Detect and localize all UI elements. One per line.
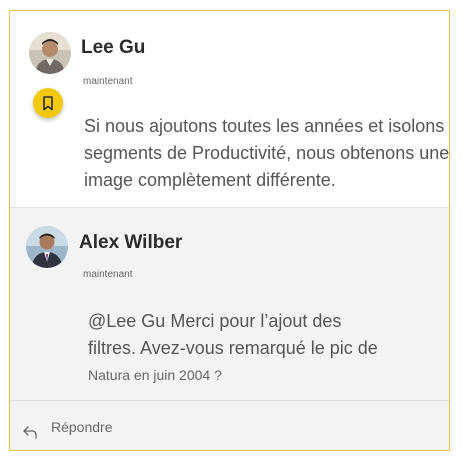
avatar-lee-gu <box>29 32 71 74</box>
reply-button[interactable]: Répondre <box>51 419 113 435</box>
reply-icon <box>23 426 37 439</box>
comment-line: filtres. Avez-vous remarqué le pic de <box>88 338 378 358</box>
comment-timestamp: maintenant <box>83 76 133 87</box>
comment-line: image complètement différente. <box>84 170 336 190</box>
author-name: Lee Gu <box>81 37 146 58</box>
avatar-alex-wilber <box>26 226 68 268</box>
comment-line: @Lee Gu Merci pour l’ajout des <box>88 308 378 335</box>
comment-line: Si nous ajoutons toutes les années et is… <box>84 116 445 136</box>
comment-alex-wilber: Alex Wilber maintenant @Lee Gu Merci pou… <box>10 207 449 401</box>
comment-line: Natura en juin 2004 ? <box>88 367 222 383</box>
comment-line: segments de Productivité, nous obtenons … <box>84 143 450 163</box>
comment-lee-gu: Lee Gu maintenant Si nous ajoutons toute… <box>10 11 449 207</box>
comments-panel: Lee Gu maintenant Si nous ajoutons toute… <box>9 10 450 451</box>
comment-timestamp: maintenant <box>83 269 133 280</box>
bookmark-button[interactable] <box>33 88 63 118</box>
comment-text: @Lee Gu Merci pour l’ajout des filtres. … <box>88 308 378 389</box>
author-name: Alex Wilber <box>79 232 183 253</box>
comment-text: Si nous ajoutons toutes les années et is… <box>84 113 449 194</box>
bookmark-icon <box>43 95 53 110</box>
mention-link[interactable]: @Lee Gu <box>88 311 165 331</box>
reply-bar[interactable]: Répondre <box>10 400 449 450</box>
comment-line-rest: Merci pour l’ajout des <box>165 311 342 331</box>
